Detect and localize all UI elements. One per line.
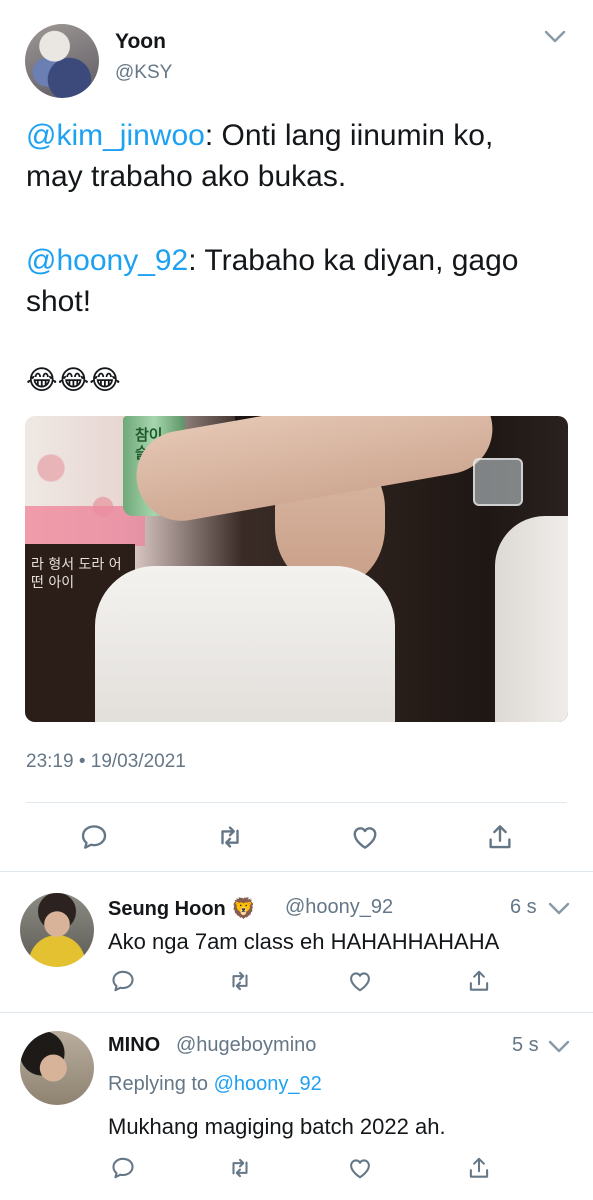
tweet-text-line-2: may trabaho ako bukas. xyxy=(26,160,347,193)
tears-of-joy-emoji: 😂 xyxy=(26,365,58,395)
reply-author-name[interactable]: Seung Hoon 🦁 xyxy=(108,896,256,921)
lion-emoji: 🦁 xyxy=(231,898,257,920)
heart-icon[interactable] xyxy=(350,822,380,852)
comment-icon[interactable] xyxy=(110,968,136,994)
share-icon[interactable] xyxy=(485,822,515,852)
replying-to-link[interactable]: @hoony_92 xyxy=(214,1073,322,1095)
divider xyxy=(0,871,593,872)
reply-avatar[interactable] xyxy=(20,1031,94,1105)
chevron-down-icon[interactable] xyxy=(548,1040,570,1054)
author-avatar[interactable] xyxy=(25,24,99,98)
reply-time: 5 s xyxy=(512,1034,539,1056)
author-name[interactable]: Yoon xyxy=(115,30,166,54)
comment-icon[interactable] xyxy=(79,822,109,852)
tweet-photo[interactable]: 라 형서 도라 어떤 아이 참이슬 xyxy=(25,416,568,722)
author-handle[interactable]: @KSY xyxy=(115,62,172,84)
reply-author-handle[interactable]: @hoony_92 xyxy=(285,896,393,919)
heart-icon[interactable] xyxy=(347,968,373,994)
tweet-text-line-1: @kim_jinwoo: Onti lang iinumin ko, xyxy=(26,119,494,152)
chevron-down-icon[interactable] xyxy=(548,902,570,916)
tears-of-joy-emoji: 😂 xyxy=(89,365,121,395)
mention-link[interactable]: @kim_jinwoo xyxy=(26,119,205,152)
divider xyxy=(26,802,567,803)
reply-avatar[interactable] xyxy=(20,893,94,967)
divider xyxy=(0,1012,593,1013)
reply-author-handle[interactable]: @hugeboymino xyxy=(176,1034,316,1057)
reply-text: Ako nga 7am class eh HAHAHHAHAHA xyxy=(108,929,500,954)
reply-time: 6 s xyxy=(510,896,537,918)
heart-icon[interactable] xyxy=(347,1155,373,1181)
reply-text: Mukhang magiging batch 2022 ah. xyxy=(108,1114,446,1139)
tears-of-joy-emoji: 😂 xyxy=(57,365,90,395)
reply-author-name[interactable]: MINO xyxy=(108,1034,160,1057)
retweet-icon[interactable] xyxy=(215,822,245,852)
chevron-down-icon[interactable] xyxy=(544,30,566,44)
comment-icon[interactable] xyxy=(110,1155,136,1181)
share-icon[interactable] xyxy=(466,968,492,994)
tweet-text-line-4: shot! xyxy=(26,285,92,318)
retweet-icon[interactable] xyxy=(227,968,253,994)
emoji-row: 😂😂😂 xyxy=(26,364,121,396)
tweet-text-line-3: @hoony_92: Trabaho ka diyan, gago xyxy=(26,244,519,277)
replying-to: Replying to @hoony_92 xyxy=(108,1073,322,1095)
share-icon[interactable] xyxy=(466,1155,492,1181)
retweet-icon[interactable] xyxy=(227,1155,253,1181)
mention-link[interactable]: @hoony_92 xyxy=(26,244,188,277)
tweet-timestamp[interactable]: 23:19 • 19/03/2021 xyxy=(26,751,186,773)
